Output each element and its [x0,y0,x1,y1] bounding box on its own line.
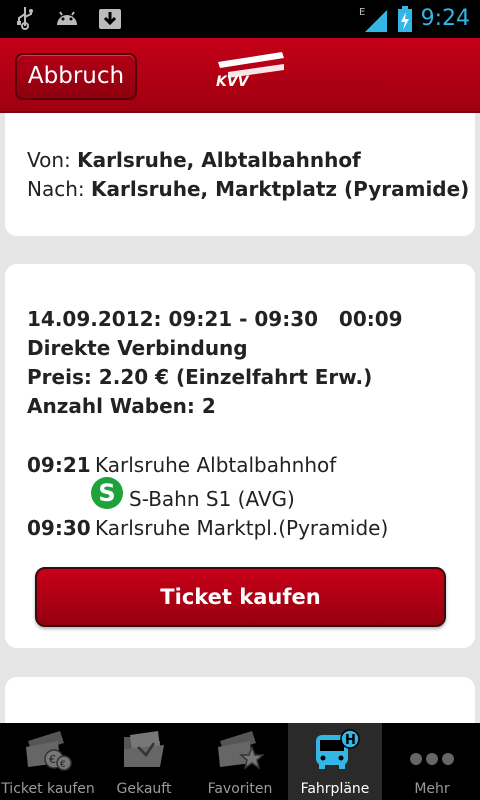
clock: 9:24 [420,6,470,31]
network-type: E [359,7,365,18]
bottom-tab-bar: € € Ticket kaufen Gekauft Favoriten H Fa… [0,723,480,800]
tab-label: Fahrpläne [300,781,370,797]
tab-ticket-kaufen[interactable]: € € Ticket kaufen [0,723,96,800]
connection-detail-scroll[interactable]: Von: Karlsruhe, Albtalbahnhof Nach: Karl… [0,113,480,723]
to-label: Nach: [27,177,85,201]
download-icon [99,9,121,29]
svg-text:€: € [60,760,66,770]
from-value: Karlsruhe, Albtalbahnhof [77,148,361,172]
app-header: Abbruch KVV [0,38,480,113]
tab-gekauft[interactable]: Gekauft [96,723,192,800]
tab-label: Favoriten [207,781,273,797]
tab-label: Mehr [414,781,450,797]
zones-line: Anzahl Waben: 2 [27,394,216,418]
usb-icon [17,7,33,30]
favorites-star-icon [218,731,264,770]
notification-icons [14,6,122,30]
departure-stop: Karlsruhe Albtalbahnhof [95,453,337,477]
tab-favoriten[interactable]: Favoriten [192,723,288,800]
arrival-stop: Karlsruhe Marktpl.(Pyramide) [95,516,389,540]
connection-summary: 14.09.2012: 09:21 - 09:30 00:09 [27,307,403,331]
tab-mehr[interactable]: Mehr [384,723,480,800]
svg-text:€: € [49,753,56,766]
from-label: Von: [27,148,71,172]
sbahn-icon: S [91,477,123,509]
connection-type: Direkte Verbindung [27,336,248,360]
line-label: S-Bahn S1 (AVG) [129,487,295,511]
tab-label: Gekauft [116,781,172,797]
to-line: Nach: Karlsruhe, Marktplatz (Pyramide) [27,177,469,201]
system-icons: E 9:24 [359,4,470,34]
departure-time: 09:21 [27,453,91,477]
more-icon [410,753,454,765]
route-card: Von: Karlsruhe, Albtalbahnhof Nach: Karl… [5,113,475,236]
price-line: Preis: 2.20 € (Einzelfahrt Erw.) [27,365,373,389]
from-line: Von: Karlsruhe, Albtalbahnhof [27,148,361,172]
kvv-logo: KVV [216,52,284,90]
bus-stop-icon: H [316,729,360,769]
android-icon [57,11,77,25]
cancel-button[interactable]: Abbruch [15,53,137,100]
signal-icon: E [359,7,387,32]
to-value: Karlsruhe, Marktplatz (Pyramide) [91,177,470,201]
purchased-folder-icon [124,731,164,767]
svg-text:H: H [345,733,356,748]
ticket-euro-icon: € € [26,731,72,771]
logo-text: KVV [216,74,250,90]
status-bar: E 9:24 [0,0,480,38]
battery-icon [397,6,412,32]
tab-fahrplaene[interactable]: H Fahrpläne [288,723,382,800]
arrival-time: 09:30 [27,516,91,540]
buy-ticket-button[interactable]: Ticket kaufen [35,567,446,627]
tab-label: Ticket kaufen [1,781,95,797]
next-connection-card[interactable] [5,677,475,723]
connection-card: 14.09.2012: 09:21 - 09:30 00:09 Direkte … [5,264,475,648]
